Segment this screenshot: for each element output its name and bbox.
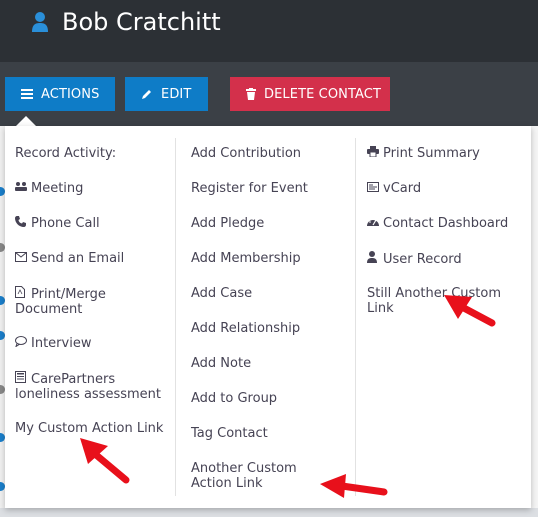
menu-item-send-email[interactable]: Send an Email — [15, 251, 124, 266]
speech-bubble-icon — [15, 336, 28, 351]
menu-item-label: My Custom Action Link — [15, 421, 164, 436]
background-content-right — [531, 126, 538, 517]
menu-item-label: Meeting — [31, 181, 84, 196]
delete-contact-button[interactable]: DELETE CONTACT — [230, 77, 390, 111]
actions-button[interactable]: ACTIONS — [5, 77, 115, 111]
menu-item-contact-dashboard[interactable]: Contact Dashboard — [367, 216, 508, 231]
menu-item-user-record[interactable]: User Record — [367, 251, 462, 267]
pdf-file-icon — [15, 286, 28, 302]
menu-item-add-membership[interactable]: Add Membership — [191, 251, 301, 266]
menu-item-add-pledge[interactable]: Add Pledge — [191, 216, 264, 231]
dropdown-caret — [16, 116, 36, 126]
menu-item-add-note[interactable]: Add Note — [191, 356, 251, 371]
annotation-arrow-icon — [80, 438, 130, 484]
phone-icon — [15, 216, 28, 231]
menu-item-label: Print/Merge Document — [15, 287, 106, 317]
trash-icon — [246, 88, 256, 100]
actions-button-label: ACTIONS — [41, 86, 100, 102]
user-icon — [367, 251, 380, 267]
menu-item-label: Phone Call — [31, 216, 100, 231]
pencil-icon — [142, 90, 151, 99]
column-divider — [355, 138, 356, 496]
group-icon — [15, 181, 28, 196]
edit-button-label: EDIT — [161, 86, 192, 102]
menu-item-add-relationship[interactable]: Add Relationship — [191, 321, 300, 336]
annotation-arrow-icon — [444, 295, 496, 327]
record-activity-heading: Record Activity: — [15, 146, 117, 161]
menu-item-label: CarePartners loneliness assessment — [15, 372, 161, 402]
hamburger-icon — [21, 89, 33, 99]
menu-item-label: Print Summary — [383, 146, 480, 161]
menu-item-carepartners-assessment[interactable]: CarePartners loneliness assessment — [15, 371, 173, 402]
menu-item-meeting[interactable]: Meeting — [15, 181, 83, 196]
menu-item-label: Send an Email — [31, 251, 125, 266]
menu-item-add-to-group[interactable]: Add to Group — [191, 391, 277, 406]
menu-item-vcard[interactable]: vCard — [367, 181, 421, 196]
menu-item-interview[interactable]: Interview — [15, 336, 91, 351]
menu-item-label: Interview — [31, 336, 92, 351]
menu-item-label: Contact Dashboard — [383, 216, 509, 231]
form-icon — [15, 371, 28, 387]
print-icon — [367, 146, 380, 161]
menu-item-phone-call[interactable]: Phone Call — [15, 216, 100, 231]
column-divider — [175, 138, 176, 496]
edit-button[interactable]: EDIT — [125, 77, 208, 111]
vcard-icon — [367, 181, 380, 196]
menu-item-print-merge-document[interactable]: Print/Merge Document — [15, 286, 165, 317]
user-icon — [32, 12, 48, 32]
delete-contact-button-label: DELETE CONTACT — [264, 86, 382, 102]
menu-item-register-for-event[interactable]: Register for Event — [191, 181, 308, 196]
contact-name: Bob Cratchitt — [62, 8, 221, 36]
menu-item-print-summary[interactable]: Print Summary — [367, 146, 480, 161]
menu-item-label: User Record — [383, 252, 462, 267]
menu-item-another-custom-action-link[interactable]: Another Custom Action Link — [191, 461, 341, 491]
menu-item-tag-contact[interactable]: Tag Contact — [191, 426, 268, 441]
envelope-icon — [15, 251, 28, 266]
annotation-arrow-icon — [320, 474, 388, 498]
menu-item-add-contribution[interactable]: Add Contribution — [191, 146, 301, 161]
dashboard-icon — [367, 216, 380, 231]
background-content-bottom — [0, 508, 538, 517]
menu-item-my-custom-action-link[interactable]: My Custom Action Link — [15, 421, 163, 436]
menu-item-label: vCard — [383, 181, 422, 196]
menu-item-add-case[interactable]: Add Case — [191, 286, 252, 301]
